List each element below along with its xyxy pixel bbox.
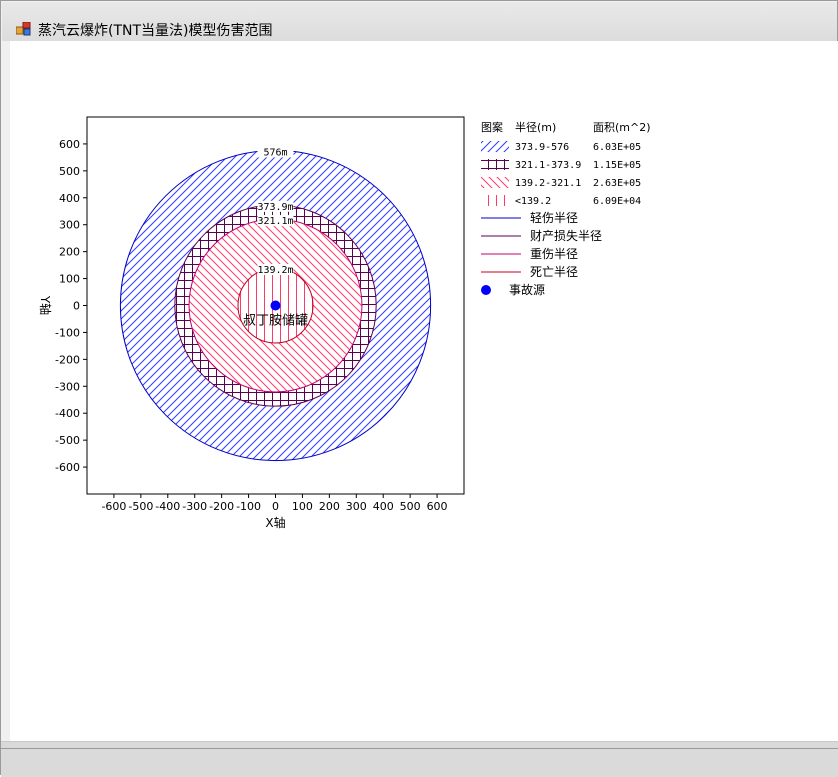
legend-area-0: 6.03E+05 xyxy=(593,142,641,153)
legend-radius-1: 321.1-373.9 xyxy=(515,160,581,171)
ring-label-2: 321.1m xyxy=(257,216,293,227)
x-tick-label-8: 200 xyxy=(319,500,340,513)
source-label: 叔丁胺储罐 xyxy=(243,314,308,329)
x-tick-label-9: 300 xyxy=(346,500,367,513)
legend-source-marker xyxy=(481,285,491,295)
ring-label-1: 373.9m xyxy=(257,202,293,213)
y-axis-label: Y轴 xyxy=(38,295,53,315)
legend-swatch-0 xyxy=(481,141,509,152)
y-tick-label-8: -200 xyxy=(55,353,80,366)
legend-line-label-0: 轻伤半径 xyxy=(530,211,578,225)
x-tick-label-7: 100 xyxy=(292,500,313,513)
y-tick-label-6: 0 xyxy=(73,300,80,313)
legend-swatch-2 xyxy=(481,177,509,188)
x-axis-label: X轴 xyxy=(265,515,285,530)
x-tick-label-6: 0 xyxy=(272,500,279,513)
y-tick-label-0: 600 xyxy=(59,138,80,151)
y-tick-label-4: 200 xyxy=(59,246,80,259)
legend-area-1: 1.15E+05 xyxy=(593,160,641,171)
legend-area-3: 6.09E+04 xyxy=(593,196,641,207)
legend-source-label: 事故源 xyxy=(509,282,545,297)
x-tick-label-11: 500 xyxy=(400,500,421,513)
legend-line-label-1: 财产损失半径 xyxy=(530,228,602,243)
legend-header-0: 图案 xyxy=(481,120,503,134)
y-tick-label-2: 400 xyxy=(59,192,80,205)
legend-line-label-2: 重伤半径 xyxy=(530,247,578,261)
y-tick-label-3: 300 xyxy=(59,219,80,232)
x-tick-label-1: -500 xyxy=(128,500,153,513)
x-tick-label-2: -400 xyxy=(155,500,180,513)
x-tick-label-5: -100 xyxy=(236,500,261,513)
y-tick-label-11: -500 xyxy=(55,434,80,447)
y-tick-label-9: -300 xyxy=(55,380,80,393)
accident-source-marker xyxy=(270,300,281,311)
ring-label-0: 576m xyxy=(263,147,287,158)
legend-header-1: 半径(m) xyxy=(515,120,556,134)
legend-swatch-1 xyxy=(481,159,509,170)
y-tick-label-7: -100 xyxy=(55,326,80,339)
legend-area-2: 2.63E+05 xyxy=(593,178,641,189)
legend-radius-2: 139.2-321.1 xyxy=(515,178,581,189)
legend-radius-3: <139.2 xyxy=(515,196,551,207)
legend-line-label-3: 死亡半径 xyxy=(530,265,578,279)
legend-radius-0: 373.9-576 xyxy=(515,142,569,153)
y-tick-label-10: -400 xyxy=(55,407,80,420)
ring-label-3: 139.2m xyxy=(257,265,293,276)
x-tick-label-3: -300 xyxy=(182,500,207,513)
legend-header-2: 面积(m^2) xyxy=(593,121,651,134)
x-tick-label-0: -600 xyxy=(101,500,126,513)
damage-range-chart: 576m373.9m321.1m139.2m叔丁胺储罐-600 -500 -400-… xyxy=(38,116,651,530)
x-tick-label-10: 400 xyxy=(373,500,394,513)
legend-swatch-3 xyxy=(481,195,509,206)
y-tick-label-1: 500 xyxy=(59,165,80,178)
y-tick-label-5: 100 xyxy=(59,273,80,286)
y-tick-label-12: -600 xyxy=(55,461,80,474)
x-tick-label-4: -200 xyxy=(209,500,234,513)
x-tick-label-12: 600 xyxy=(427,500,448,513)
